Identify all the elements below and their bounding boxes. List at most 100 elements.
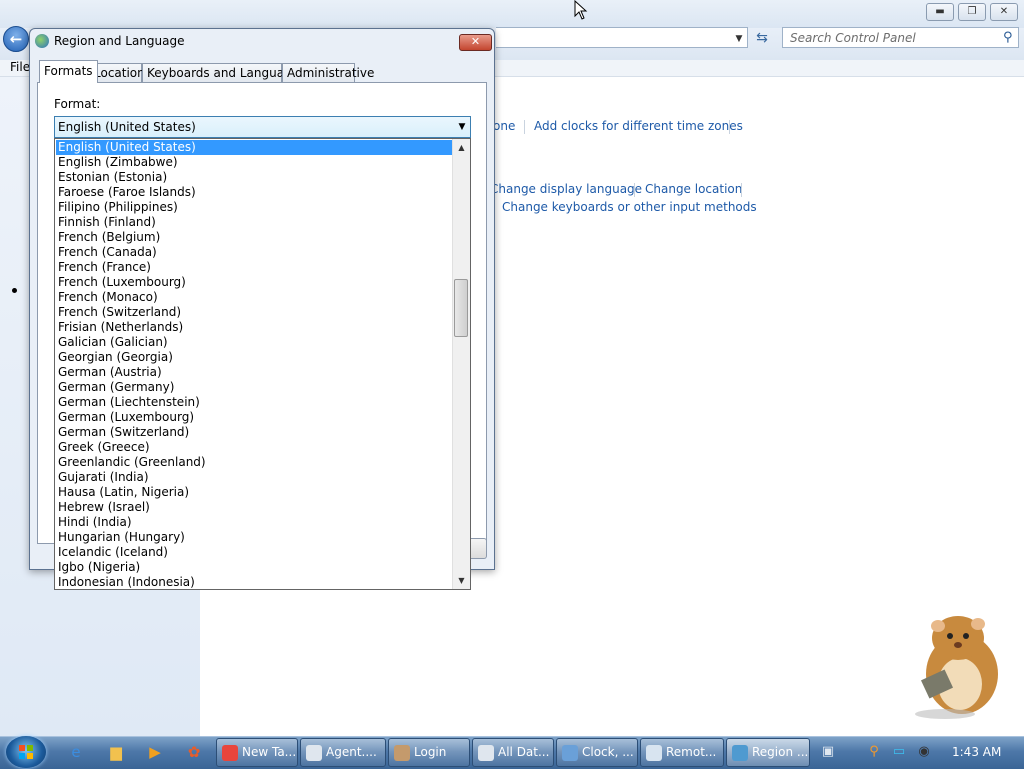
dropdown-option[interactable]: Galician (Galician) <box>56 335 454 350</box>
hamster-gadget-image[interactable] <box>900 612 1010 722</box>
windows-logo-icon <box>19 745 33 759</box>
person-icon <box>394 745 410 761</box>
search-input[interactable]: Search Control Panel <box>782 27 1019 48</box>
address-dropdown-icon[interactable]: ▼ <box>731 31 747 47</box>
taskbar-button-label: Agent.... <box>326 745 377 759</box>
dialog-button-partial[interactable] <box>471 538 487 559</box>
dropdown-option[interactable]: Gujarati (India) <box>56 470 454 485</box>
dialog-title: Region and Language <box>54 34 185 48</box>
link-separator <box>741 183 742 197</box>
link-separator <box>729 120 730 134</box>
dropdown-option[interactable]: Hebrew (Israel) <box>56 500 454 515</box>
restore-button[interactable]: ❐ <box>958 3 986 21</box>
dropdown-options: English (United States) English (Zimbabwe… <box>56 140 454 589</box>
dialog-close-button[interactable]: ✕ <box>459 34 492 51</box>
search-tray-icon[interactable]: ⚲ <box>866 744 882 760</box>
scroll-down-icon[interactable]: ▼ <box>453 572 470 589</box>
dropdown-option[interactable]: German (Liechtenstein) <box>56 395 454 410</box>
dropdown-option[interactable]: Hindi (India) <box>56 515 454 530</box>
taskbar-button-label: All Dat... <box>498 745 550 759</box>
taskbar-button[interactable]: Login <box>388 738 470 767</box>
control-panel-icon <box>562 745 578 761</box>
remote-desktop-icon <box>646 745 662 761</box>
dropdown-option[interactable]: Filipino (Philippines) <box>56 200 454 215</box>
format-select[interactable]: English (United States) <box>54 116 471 138</box>
scrollbar[interactable]: ▲ ▼ <box>452 139 470 589</box>
window-icon <box>478 745 494 761</box>
link-time-zone[interactable]: one <box>493 119 515 133</box>
dropdown-option[interactable]: Georgian (Georgia) <box>56 350 454 365</box>
dropdown-option[interactable]: Hausa (Latin, Nigeria) <box>56 485 454 500</box>
network-tray-icon[interactable]: ▭ <box>891 744 907 760</box>
chevron-down-icon[interactable]: ▼ <box>454 117 470 137</box>
dropdown-option[interactable]: German (Austria) <box>56 365 454 380</box>
paint-icon[interactable]: ✿ <box>184 742 204 762</box>
taskbar-button-label: Remot... <box>666 745 717 759</box>
address-field[interactable] <box>496 27 748 48</box>
clock[interactable]: 1:43 AM <box>952 745 1001 759</box>
control-panel-titlebar <box>0 0 1024 28</box>
dropdown-option[interactable]: French (Monaco) <box>56 290 454 305</box>
dropdown-option[interactable]: Faroese (Faroe Islands) <box>56 185 454 200</box>
taskbar-button-label: Login <box>414 745 447 759</box>
link-change-display-language[interactable]: Change display language <box>490 182 642 196</box>
format-dropdown-list[interactable]: English (United States) English (Zimbabwe… <box>54 138 471 590</box>
taskbar-button[interactable]: Clock, ... <box>556 738 638 767</box>
link-separator <box>634 183 635 197</box>
tab-keyboards-languages[interactable]: Keyboards and Languages <box>142 63 305 82</box>
minimize-button[interactable]: ▬ <box>926 3 954 21</box>
globe-icon <box>732 745 748 761</box>
taskbar-button[interactable]: New Ta... <box>216 738 298 767</box>
search-icon[interactable]: ⚲ <box>1003 30 1017 45</box>
dropdown-option[interactable]: Icelandic (Iceland) <box>56 545 454 560</box>
dropdown-option[interactable]: English (United States) <box>56 140 454 155</box>
dropdown-option[interactable]: German (Switzerland) <box>56 425 454 440</box>
scroll-thumb[interactable] <box>454 279 468 337</box>
dropdown-option[interactable]: French (France) <box>56 260 454 275</box>
dropdown-option[interactable]: Greek (Greece) <box>56 440 454 455</box>
menu-file[interactable]: File <box>10 60 30 74</box>
link-separator <box>524 120 525 134</box>
back-button[interactable]: ← <box>3 26 29 52</box>
tab-administrative[interactable]: Administrative <box>282 63 374 82</box>
dropdown-option[interactable]: French (Switzerland) <box>56 305 454 320</box>
taskbar-button-label: Clock, ... <box>582 745 634 759</box>
link-add-clocks[interactable]: Add clocks for different time zones <box>534 119 743 133</box>
dropdown-option[interactable]: Frisian (Netherlands) <box>56 320 454 335</box>
dropdown-option[interactable]: Hungarian (Hungary) <box>56 530 454 545</box>
dropdown-option[interactable]: French (Canada) <box>56 245 454 260</box>
link-change-location[interactable]: Change location <box>645 182 742 196</box>
mouse-cursor-icon <box>574 0 588 20</box>
dropdown-option[interactable]: Indonesian (Indonesia) <box>56 575 454 589</box>
internet-explorer-icon[interactable]: e <box>66 742 86 762</box>
link-change-keyboards[interactable]: Change keyboards or other input methods <box>502 200 757 214</box>
bullet-icon <box>12 288 17 293</box>
window-icon <box>306 745 322 761</box>
taskbar-button[interactable]: Region ... <box>726 738 810 767</box>
dropdown-option[interactable]: French (Belgium) <box>56 230 454 245</box>
dropdown-option[interactable]: German (Luxembourg) <box>56 410 454 425</box>
taskbar-button-label: New Ta... <box>242 745 297 759</box>
taskbar-button[interactable]: Agent.... <box>300 738 386 767</box>
globe-icon <box>35 34 49 48</box>
format-label: Format: <box>54 97 101 111</box>
dropdown-option[interactable]: English (Zimbabwe) <box>56 155 454 170</box>
dropdown-option[interactable]: Greenlandic (Greenland) <box>56 455 454 470</box>
taskbar-button[interactable]: All Dat... <box>472 738 554 767</box>
taskbar-button-label: Region ... <box>752 745 809 759</box>
refresh-icon[interactable]: ⇆ <box>752 29 772 47</box>
chrome-icon <box>222 745 238 761</box>
tray-app-icon[interactable]: ▣ <box>820 744 836 760</box>
volume-tray-icon[interactable]: ◉ <box>916 744 932 760</box>
dropdown-option[interactable]: French (Luxembourg) <box>56 275 454 290</box>
scroll-up-icon[interactable]: ▲ <box>453 139 470 156</box>
dropdown-option[interactable]: Estonian (Estonia) <box>56 170 454 185</box>
dropdown-option[interactable]: German (Germany) <box>56 380 454 395</box>
media-player-icon[interactable]: ▶ <box>145 742 165 762</box>
dropdown-option[interactable]: Finnish (Finland) <box>56 215 454 230</box>
close-window-button[interactable]: ✕ <box>990 3 1018 21</box>
dropdown-option[interactable]: Igbo (Nigeria) <box>56 560 454 575</box>
explorer-folder-icon[interactable]: ▆ <box>106 742 126 762</box>
taskbar-button[interactable]: Remot... <box>640 738 724 767</box>
tab-formats[interactable]: Formats <box>39 60 98 83</box>
